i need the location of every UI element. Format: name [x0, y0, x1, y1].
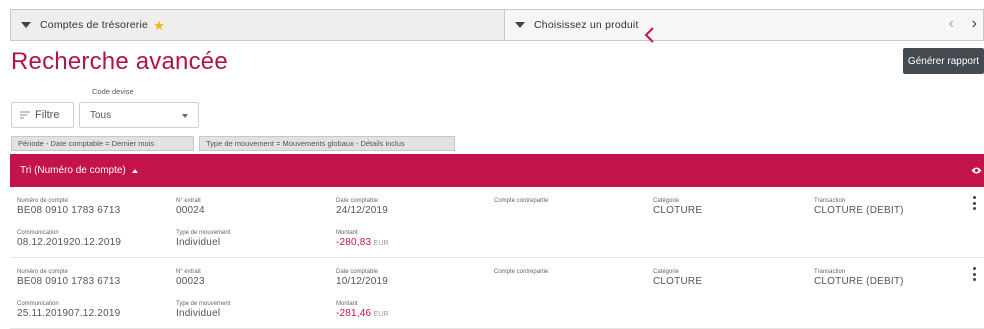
currency-code: EUR — [373, 240, 389, 247]
communication-cell: Communication 25.11.201907.12.2019 — [17, 301, 120, 319]
product-dropdown[interactable]: Choisissez un produit ‹ › — [505, 9, 984, 41]
currency-label: Code devise — [92, 87, 134, 96]
field-value: BE08 0910 1783 6713 — [17, 205, 121, 216]
caret-up-icon — [131, 168, 138, 173]
statement-number-cell: N° extrait 00023 — [176, 269, 205, 287]
field-label: Compte contrepartie — [494, 269, 549, 275]
field-value: Individuel — [176, 237, 221, 248]
currency-code: EUR — [373, 311, 389, 318]
category-cell: Catégorie CLOTURE — [653, 269, 702, 287]
chevron-right-icon[interactable]: › — [972, 16, 977, 32]
movement-type-cell: Type de mouvement Individuel — [176, 301, 230, 319]
account-number-cell: Numéro de compte BE08 0910 1783 6713 — [17, 269, 120, 287]
field-label: Montant — [336, 301, 358, 307]
category-cell: Catégorie CLOTURE — [653, 198, 702, 216]
field-value: 24/12/2019 — [336, 205, 389, 216]
sort-bar[interactable]: Tri (Numéro de compte) — [10, 154, 984, 187]
amount-cell: Montant -281,46 EUR — [336, 301, 389, 320]
field-label: Catégorie — [653, 198, 680, 204]
field-label: Transaction — [814, 269, 846, 275]
accounts-dropdown[interactable]: Comptes de trésorerie ★ — [10, 9, 505, 41]
generate-report-button[interactable]: Générer rapport — [903, 48, 984, 74]
amount-cell: Montant -280,83 EUR — [336, 230, 389, 249]
field-label: Transaction — [814, 198, 846, 204]
field-label: N° extrait — [176, 269, 201, 275]
table-row[interactable]: Numéro de compte BE08 0910 1783 6713 N° … — [10, 188, 984, 258]
booking-date-cell: Date comptable 10/12/2019 — [336, 269, 388, 287]
field-label: Type de mouvement — [176, 301, 231, 307]
field-value: CLOTURE (DEBIT) — [814, 276, 904, 287]
field-label: Date comptable — [336, 269, 379, 275]
field-value: 10/12/2019 — [336, 276, 389, 287]
top-bar: Comptes de trésorerie ★ Choisissez un pr… — [10, 9, 984, 41]
field-label: N° extrait — [176, 198, 201, 204]
account-number-cell: Numéro de compte BE08 0910 1783 6713 — [17, 198, 120, 216]
field-value: CLOTURE (DEBIT) — [814, 205, 904, 216]
field-label: Numéro de compte — [17, 269, 69, 275]
amount-number: -280,83 — [336, 237, 372, 248]
statement-number-cell: N° extrait 00024 — [176, 198, 205, 216]
chevron-left-icon[interactable]: ‹ — [949, 16, 954, 32]
field-label: Communication — [17, 230, 59, 236]
field-value: BE08 0910 1783 6713 — [17, 276, 121, 287]
caret-down-icon — [182, 114, 188, 118]
transaction-cell: Transaction CLOTURE (DEBIT) — [814, 269, 904, 287]
counterparty-cell: Compte contrepartie — [494, 269, 548, 276]
kebab-menu-icon[interactable] — [972, 267, 976, 281]
amount-value: -281,46 EUR — [336, 308, 389, 320]
star-icon[interactable]: ★ — [153, 19, 165, 32]
eye-icon[interactable] — [971, 166, 982, 175]
field-label: Numéro de compte — [17, 198, 69, 204]
field-label: Type de mouvement — [176, 230, 231, 236]
field-value: 00023 — [176, 276, 205, 287]
field-label: Catégorie — [653, 269, 680, 275]
field-value: CLOTURE — [653, 276, 703, 287]
field-value: 08.12.201920.12.2019 — [17, 237, 122, 248]
field-value: 00024 — [176, 205, 205, 216]
page-title: Recherche avancée — [11, 48, 228, 75]
transaction-cell: Transaction CLOTURE (DEBIT) — [814, 198, 904, 216]
amount-number: -281,46 — [336, 308, 372, 319]
amount-value: -280,83 EUR — [336, 237, 389, 249]
filter-button-label: Filtre — [35, 109, 60, 121]
field-value: Individuel — [176, 308, 221, 319]
field-label: Date comptable — [336, 198, 379, 204]
communication-cell: Communication 08.12.201920.12.2019 — [17, 230, 121, 248]
filter-button[interactable]: Filtre — [11, 102, 74, 128]
kebab-menu-icon[interactable] — [972, 196, 976, 210]
chevron-left-icon — [644, 27, 654, 43]
caret-down-icon — [21, 22, 31, 28]
table-row[interactable]: Numéro de compte BE08 0910 1783 6713 N° … — [10, 259, 984, 329]
accounts-dropdown-label: Comptes de trésorerie — [40, 19, 149, 31]
caret-down-icon — [515, 22, 525, 28]
field-label: Montant — [336, 230, 358, 236]
currency-select[interactable]: Tous — [79, 102, 199, 128]
filter-chip-period[interactable]: Période - Date comptable = Dernier mois — [11, 136, 194, 151]
currency-select-value: Tous — [90, 109, 112, 121]
booking-date-cell: Date comptable 24/12/2019 — [336, 198, 388, 216]
sort-label: Tri (Numéro de compte) — [20, 165, 126, 176]
field-label: Compte contrepartie — [494, 198, 549, 204]
movement-type-cell: Type de mouvement Individuel — [176, 230, 230, 248]
product-dropdown-label: Choisissez un produit — [534, 19, 639, 31]
field-label: Communication — [17, 301, 59, 307]
field-value: CLOTURE — [653, 205, 703, 216]
field-value: 25.11.201907.12.2019 — [17, 308, 121, 319]
filter-chip-movement-type[interactable]: Type de mouvement = Mouvements globaux -… — [199, 136, 455, 151]
counterparty-cell: Compte contrepartie — [494, 198, 548, 205]
filter-icon — [20, 111, 30, 119]
